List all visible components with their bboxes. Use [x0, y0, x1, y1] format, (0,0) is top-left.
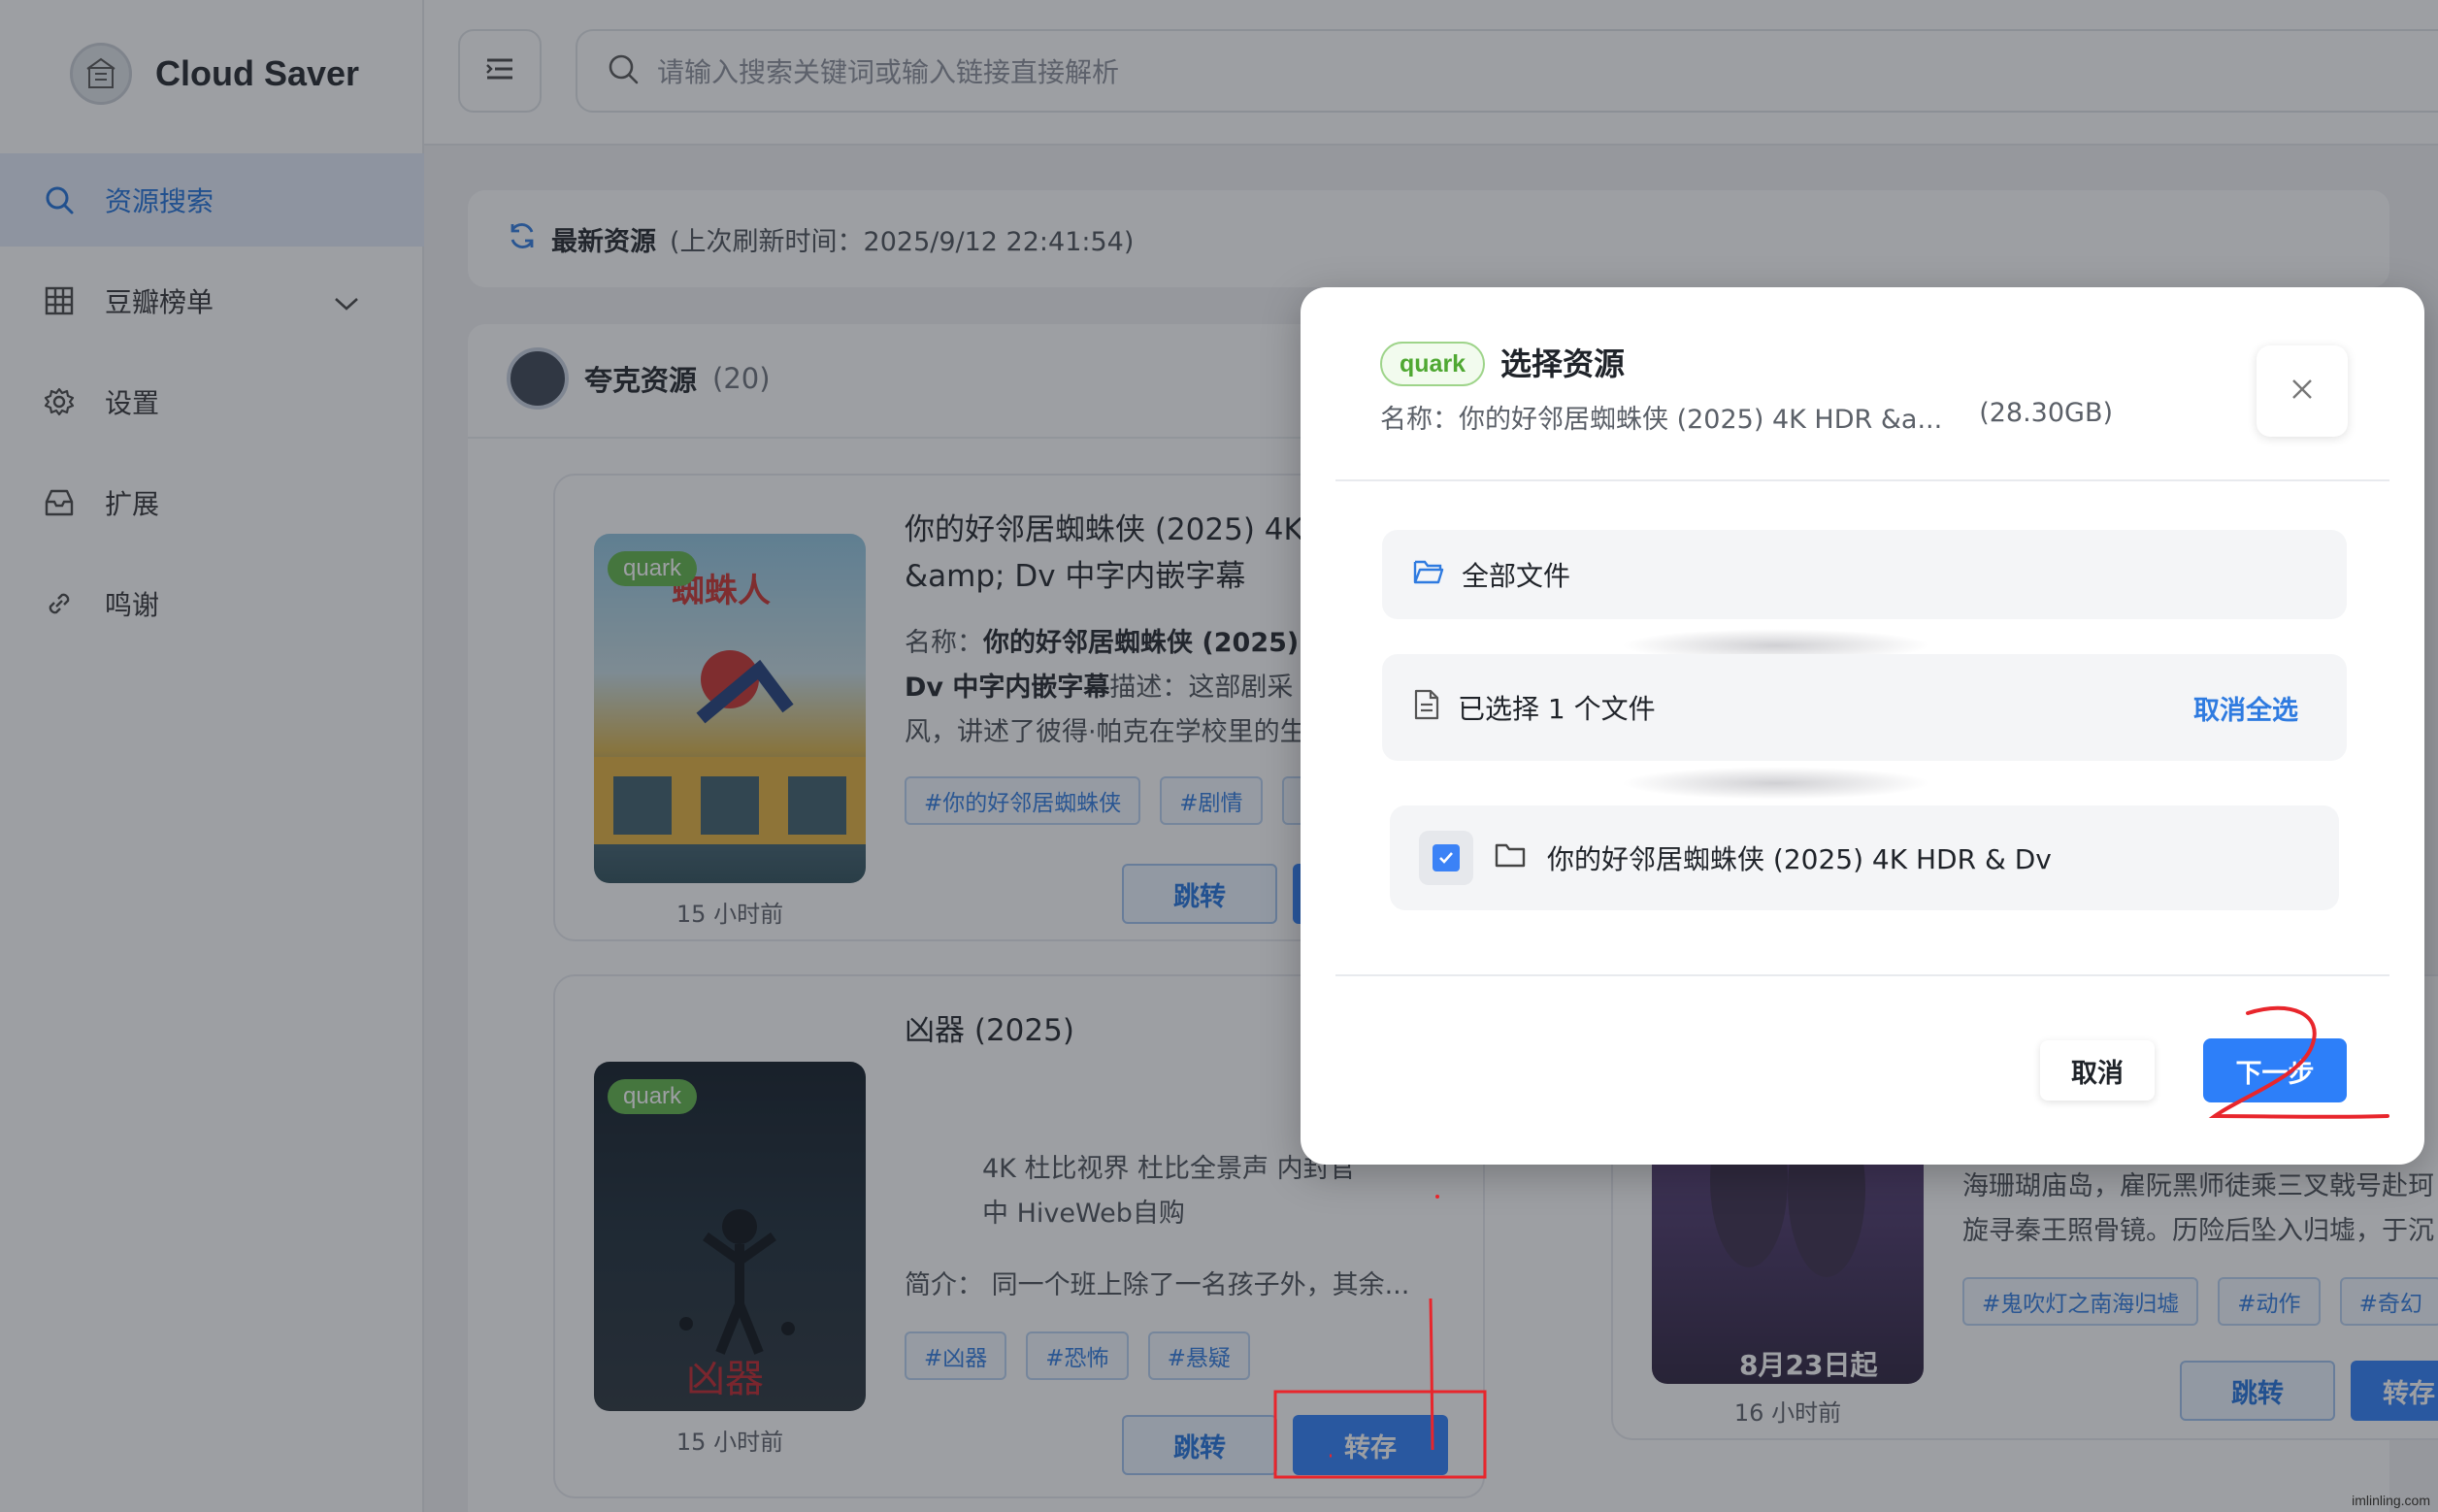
resource-info: 名称：你的好邻居蜘蛛侠 (2025) 4K HDR &a... (28.30GB…: [1380, 398, 2113, 436]
folder-open-icon: [1413, 558, 1444, 592]
close-button[interactable]: [2257, 345, 2348, 437]
close-icon: [2291, 378, 2313, 404]
all-files-label: 全部文件: [1462, 560, 1571, 592]
file-checkbox[interactable]: [1419, 831, 1473, 885]
file-row[interactable]: 你的好邻居蜘蛛侠 (2025) 4K HDR & Dv: [1390, 805, 2339, 910]
divider: [1335, 479, 2389, 481]
document-icon: [1413, 689, 1440, 727]
watermark: imlinling.com: [2352, 1493, 2430, 1508]
divider: [1621, 767, 1931, 800]
deselect-all-button[interactable]: 取消全选: [2193, 689, 2298, 727]
dialog-title: 选择资源: [1500, 345, 1626, 382]
selected-count: 已选择 1 个文件: [1458, 693, 1656, 725]
file-name: 你的好邻居蜘蛛侠 (2025) 4K HDR & Dv: [1547, 843, 2052, 875]
select-resource-dialog: quark 选择资源 名称：你的好邻居蜘蛛侠 (2025) 4K HDR &a.…: [1301, 287, 2424, 1165]
all-files-row[interactable]: 全部文件: [1382, 530, 2347, 619]
checkmark-icon: [1433, 844, 1460, 871]
resource-name: 名称：你的好邻居蜘蛛侠 (2025) 4K HDR &a...: [1380, 405, 1943, 435]
quark-badge: quark: [1380, 342, 1486, 386]
cancel-button[interactable]: 取消: [2040, 1040, 2155, 1101]
resource-size: (28.30GB): [1979, 398, 2114, 428]
folder-icon: [1495, 841, 1526, 875]
next-button[interactable]: 下一步: [2203, 1038, 2347, 1102]
selection-summary-row: 已选择 1 个文件 取消全选: [1382, 654, 2347, 761]
divider: [1335, 974, 2389, 976]
